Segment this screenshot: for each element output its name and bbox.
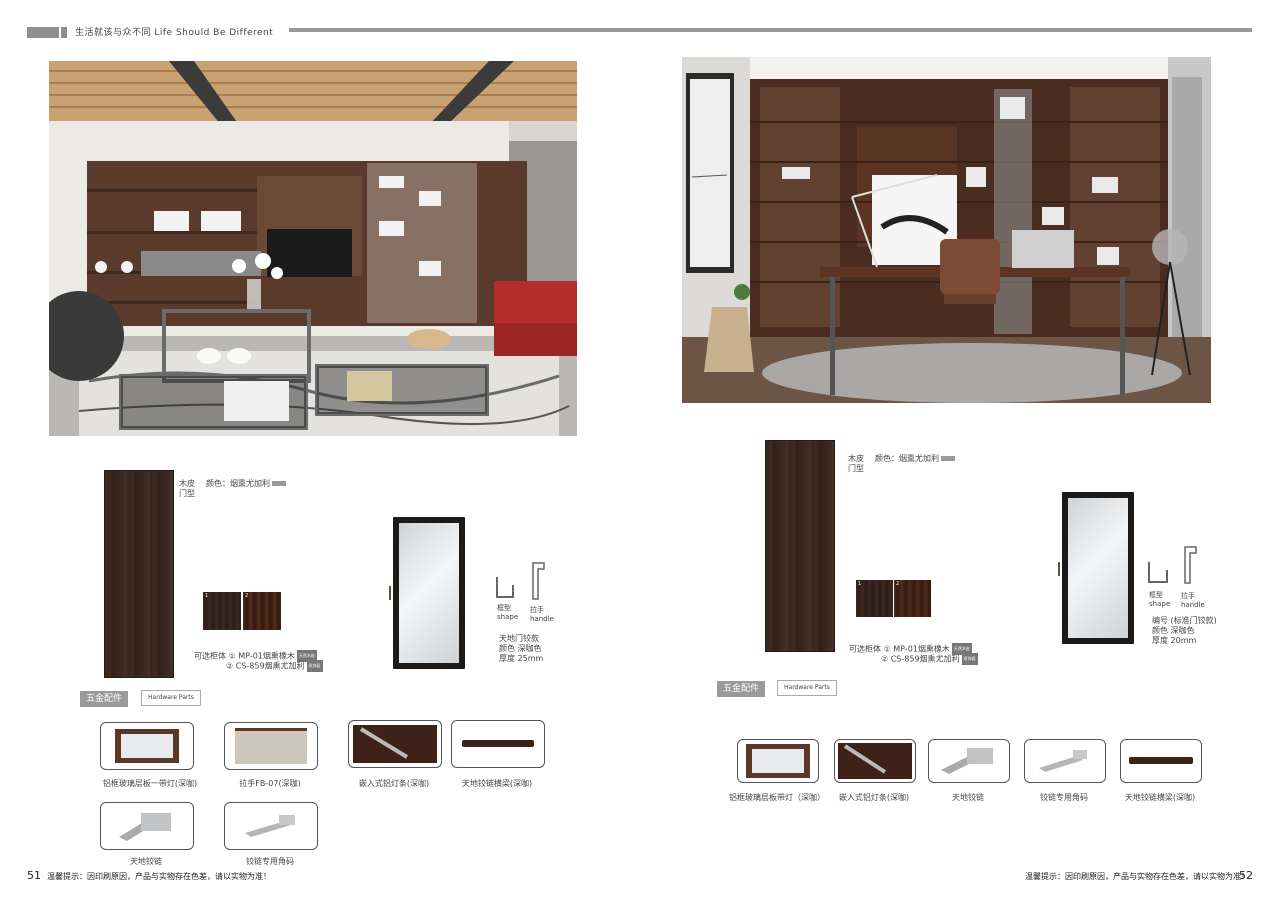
hw-glass-shelf (737, 739, 819, 783)
frame-spec-3: 厚度 25mm (499, 654, 544, 663)
notice-right: 温馨提示：因印刷原因，产品与实物存在色差，请以实物为准！ (1025, 872, 1249, 881)
swatch-number: 1 (858, 581, 862, 587)
hw-pivot-hinge (928, 739, 1010, 783)
hw-caption: 拉手FB-07(深咖) (239, 779, 301, 788)
header-rule (289, 28, 1252, 32)
frame-spec-2: 颜色 深咖色 (499, 644, 542, 653)
hw-pivot-hinge (100, 802, 194, 850)
door-handle (389, 586, 391, 600)
hw-handle-fb07 (224, 722, 318, 770)
door-color-label: 颜色：烟熏尤加利 (875, 454, 955, 464)
handle-profile-icon (532, 562, 545, 600)
cabinet-option-2: ② CS-859烟熏尤加利 双饰面 (881, 653, 978, 665)
glass-panel (399, 523, 459, 663)
hardware-section-label: 五金配件 (80, 691, 129, 707)
frame-spec-3: 厚度 20mm (1152, 636, 1197, 645)
hw-glass-shelf (100, 722, 194, 770)
frame-spec-1: 天地门铰款 (499, 634, 539, 643)
frame-shape-icon (1148, 562, 1168, 583)
door-color-text: 颜色：烟熏尤加利 (206, 479, 270, 488)
swatch-smoked-oak: 1 (856, 580, 893, 617)
door-type-label: 门型 (179, 489, 195, 498)
cabinet-option-2-text: ② CS-859烟熏尤加利 (226, 661, 305, 671)
hw-caption: 嵌入式铝灯条(深咖) (358, 779, 430, 788)
hw-hinge-bracket (1024, 739, 1106, 783)
page-number-right: 52 (1239, 869, 1253, 882)
glass-door-sample (393, 517, 465, 669)
door-material-label: 木皮 (848, 454, 864, 463)
notice-left: 温馨提示：因印刷原因，产品与实物存在色差，请以实物为准！ (47, 872, 271, 881)
page-number-left: 51 (27, 869, 41, 882)
swatch-number: 2 (245, 593, 249, 599)
door-type-label: 门型 (848, 464, 864, 473)
hw-hinge-bracket (224, 802, 318, 850)
cabinet-tag-2: 双饰面 (961, 653, 978, 665)
door-color-text: 颜色：烟熏尤加利 (875, 454, 939, 463)
hw-caption: 天地铰链 (952, 793, 984, 802)
swatch-smoked-eucalyptus: 2 (243, 592, 281, 630)
veneer-door-sample (765, 440, 835, 652)
glass-door-sample (1062, 492, 1134, 644)
frame-spec-1: 编号 (标准门铰款) (1152, 616, 1217, 625)
hardware-section-label: 五金配件 (717, 681, 766, 697)
frame-spec-2: 颜色 深咖色 (1152, 626, 1195, 635)
header-block (27, 27, 59, 38)
hw-hinge-beam (451, 720, 545, 768)
frame-shape-en: shape (1149, 600, 1171, 608)
swatch-smoked-oak: 1 (203, 592, 241, 630)
door-handle (1058, 562, 1060, 576)
cabinet-tag-2: 双饰面 (306, 660, 323, 672)
cabinet-option-2-text: ② CS-859烟熏尤加利 (881, 654, 960, 664)
hw-caption: 嵌入式铝灯条(深咖) (838, 793, 910, 802)
handle-profile-icon (1184, 546, 1197, 584)
hw-caption: 天地铰链横梁(深咖) (1124, 793, 1196, 802)
swatch-number: 1 (205, 593, 209, 599)
hardware-section-sub: Hardware Parts (777, 680, 837, 696)
door-color-tag (941, 456, 955, 461)
hw-caption: 铝框玻璃层板一带灯(深咖) (102, 779, 198, 788)
hw-caption: 天地铰链 (130, 857, 162, 866)
hw-caption: 铰链专用角码 (246, 857, 294, 866)
hw-hinge-beam (1120, 739, 1202, 783)
hw-caption: 天地铰链横梁(深咖) (461, 779, 533, 788)
hw-caption: 铝框玻璃层板带灯（深咖） (729, 793, 825, 802)
frame-shape-en: shape (497, 613, 519, 621)
header-block-small (61, 27, 67, 38)
living-room-photo (49, 61, 577, 436)
hw-led-strip (348, 720, 442, 768)
header-title: 生活就该与众不同 Life Should Be Different (75, 28, 274, 38)
hardware-section-sub: Hardware Parts (141, 690, 201, 706)
hw-led-strip (834, 739, 916, 783)
veneer-door-sample (104, 470, 174, 678)
door-color-label: 颜色：烟熏尤加利 (206, 479, 286, 489)
handle-en: handle (1181, 601, 1205, 609)
study-room-photo (682, 57, 1211, 403)
hw-caption: 铰链专用角码 (1040, 793, 1088, 802)
handle-en: handle (530, 615, 554, 623)
door-color-tag (272, 481, 286, 486)
door-material-label: 木皮 (179, 479, 195, 488)
cabinet-option-2: ② CS-859烟熏尤加利 双饰面 (226, 660, 323, 672)
glass-panel (1068, 498, 1128, 638)
swatch-smoked-eucalyptus: 2 (894, 580, 931, 617)
swatch-number: 2 (896, 581, 900, 587)
frame-shape-icon (496, 577, 514, 598)
